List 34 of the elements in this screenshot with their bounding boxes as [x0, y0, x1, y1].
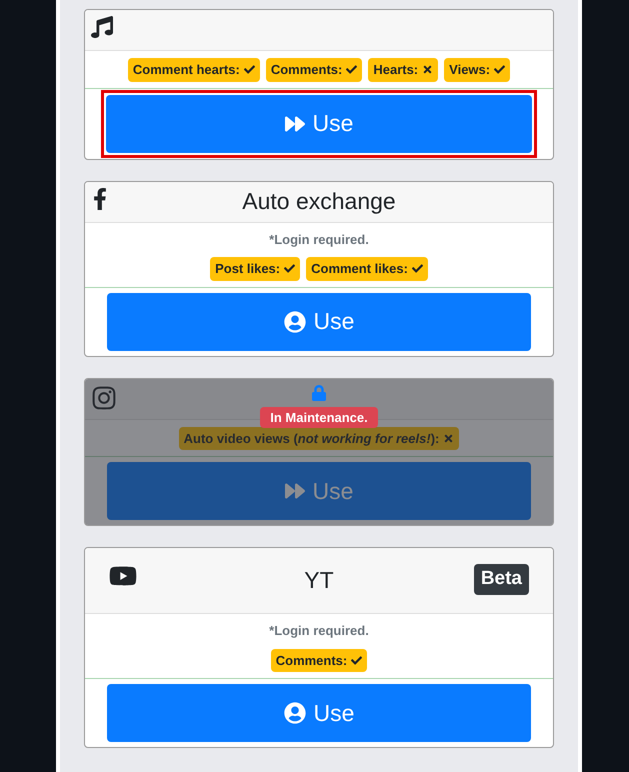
feature-tag: Post likes: [210, 257, 300, 280]
feature-tag: Auto video views (not working for reels!): [178, 426, 460, 450]
cross-icon [443, 432, 454, 444]
feature-tag: Comments: [266, 58, 362, 82]
user-icon [284, 702, 306, 724]
fast-forward-icon [284, 481, 305, 501]
login-note: *Login required. [269, 622, 369, 640]
check-icon [284, 263, 296, 274]
music-note-icon [91, 16, 113, 38]
check-icon [494, 64, 506, 76]
use-button[interactable]: Use [107, 462, 531, 520]
card-title: YT [304, 566, 334, 596]
check-icon [244, 64, 255, 76]
feature-tag: Comment hearts: [128, 58, 260, 82]
maintenance-badge: In Maintenance. [260, 406, 378, 428]
card-title: Auto exchange [242, 187, 396, 216]
login-note: *Login required. [269, 230, 369, 249]
feature-tag: Comment likes: [306, 257, 428, 280]
feature-tag: Comments: [270, 648, 368, 672]
check-icon [346, 64, 358, 76]
use-button[interactable]: Use [107, 684, 531, 742]
fast-forward-icon [284, 114, 305, 134]
user-icon [284, 310, 306, 332]
cross-icon [422, 64, 434, 76]
feature-tag: Hearts: [368, 58, 438, 82]
check-icon [412, 263, 423, 274]
beta-badge: Beta [474, 564, 529, 594]
feature-tag: Views: [444, 58, 510, 82]
facebook-logo-icon [91, 188, 109, 210]
use-button[interactable]: Use [106, 94, 532, 152]
check-icon [351, 654, 362, 666]
use-button[interactable]: Use [107, 292, 531, 350]
lock-icon [312, 384, 326, 400]
instagram-logo-icon [91, 384, 117, 410]
